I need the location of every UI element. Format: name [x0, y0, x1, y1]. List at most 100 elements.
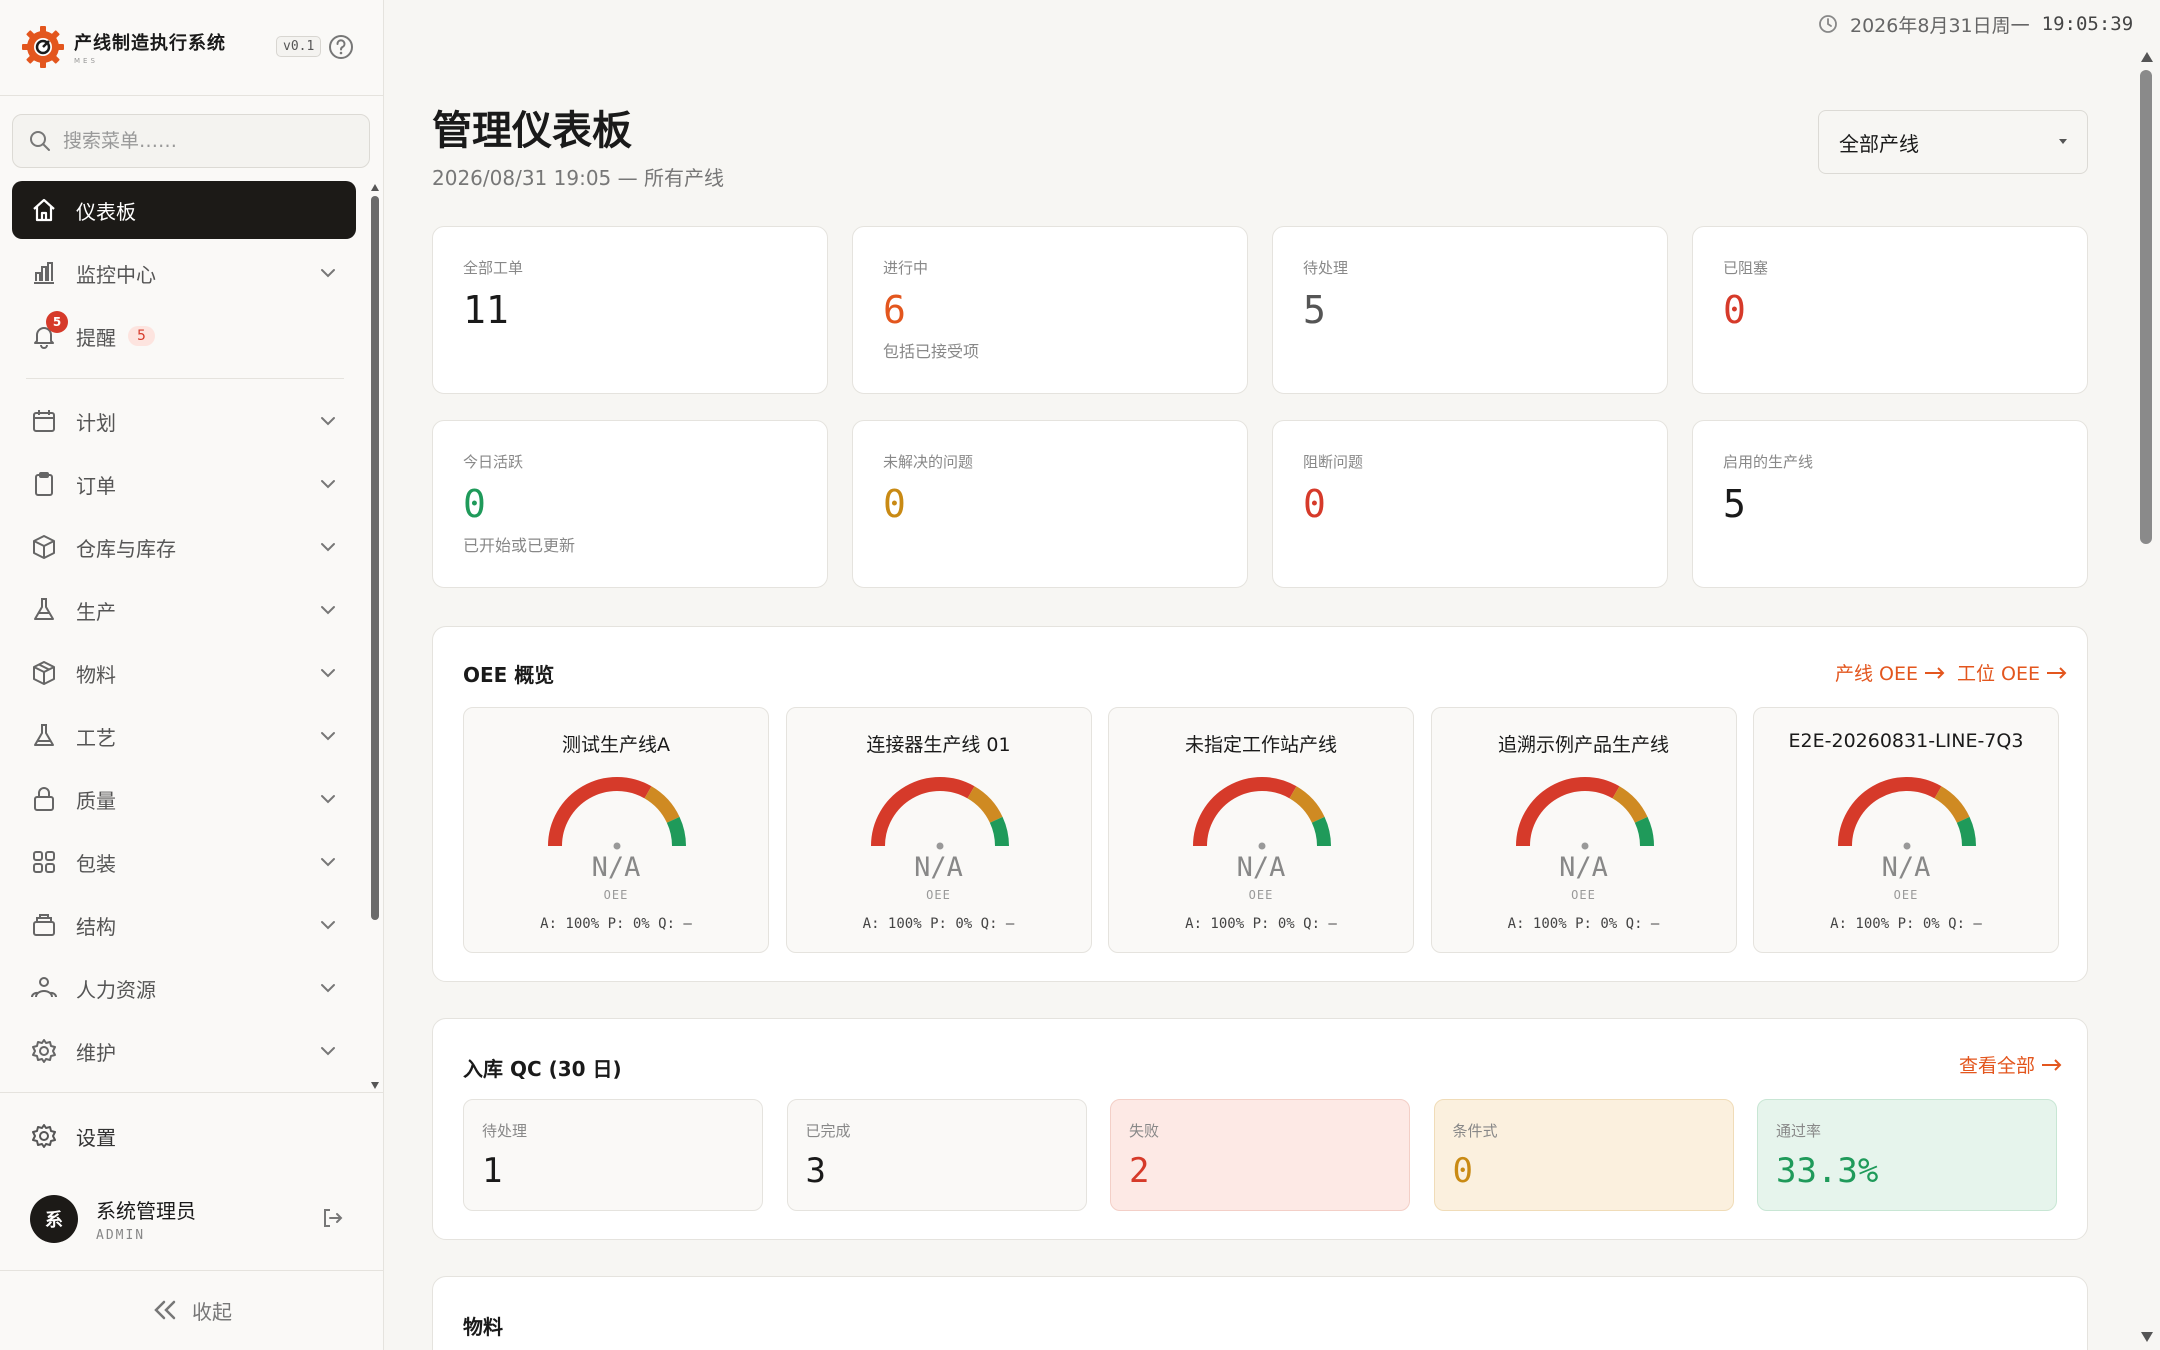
logout-icon[interactable] [320, 1206, 344, 1230]
gauge-value: N/A [1881, 852, 1931, 883]
chevron-down-icon[interactable] [318, 726, 338, 746]
gauge-line-name: 追溯示例产品生产线 [1497, 734, 1669, 756]
station-oee-label: 工位 OEE [1957, 663, 2041, 685]
qc-card[interactable]: 已完成 3 [786, 1099, 1087, 1211]
stat-card[interactable]: 全部工单 11 [432, 226, 828, 394]
chevron-down-icon[interactable] [318, 978, 338, 998]
alert-count: 5 [128, 326, 155, 346]
chevron-down-icon[interactable] [318, 915, 338, 935]
oee-gauge-card[interactable]: 未指定工作站产线 N/A OEE A: 100% P: 0% Q: — [1108, 707, 1414, 953]
chevron-down-icon[interactable] [318, 1041, 338, 1061]
sidebar-item-13[interactable]: 维护 [12, 1022, 356, 1080]
station-oee-link[interactable]: 工位 OEE [1957, 659, 2068, 686]
sidebar-item-7[interactable]: 物料 [12, 644, 356, 702]
sidebar-item-1[interactable]: 监控中心 [12, 244, 356, 302]
settings-item[interactable]: 设置 [12, 1108, 356, 1164]
gauge-line-name: 测试生产线A [562, 734, 670, 756]
stat-card[interactable]: 进行中 6 包括已接受项 [852, 226, 1248, 394]
qc-card[interactable]: 待处理 1 [463, 1099, 763, 1211]
gauge-label: OEE [603, 888, 629, 902]
qc-card[interactable]: 通过率 33.3% [1757, 1099, 2057, 1211]
box-icon [33, 535, 55, 559]
main-scrollbar[interactable] [2140, 70, 2152, 544]
gauge-metrics: A: 100% P: 0% Q: — [1185, 916, 1337, 932]
sidebar-item-11[interactable]: 结构 [12, 896, 356, 954]
search-input[interactable] [63, 130, 343, 152]
sidebar-item-6[interactable]: 生产 [12, 581, 356, 639]
sidebar-item-10[interactable]: 包装 [12, 833, 356, 891]
stat-card[interactable]: 已阻塞 0 [1692, 226, 2088, 394]
oee-gauge-card[interactable]: 连接器生产线 01 N/A OEE A: 100% P: 0% Q: — [785, 707, 1092, 953]
clock-time: 19:05:39 [2041, 13, 2134, 35]
collapse-button[interactable]: 收起 [0, 1290, 384, 1330]
gauge-label: OEE [926, 888, 951, 902]
stat-card[interactable]: 待处理 5 [1272, 226, 1668, 394]
gauge-label: OEE [1893, 888, 1919, 902]
line-oee-label: 产线 OEE [1835, 663, 1919, 685]
oee-gauge-card[interactable]: 追溯示例产品生产线 N/A OEE A: 100% P: 0% Q: — [1430, 707, 1737, 953]
oee-gauge [1838, 777, 1977, 850]
sidebar-item-label: 生产 [76, 599, 116, 624]
help-icon[interactable] [328, 34, 354, 60]
oee-gauge [870, 777, 1009, 850]
user-name: 系统管理员 [96, 1199, 196, 1223]
scroll-down-arrow[interactable] [371, 1082, 379, 1089]
oee-gauge-card[interactable]: 测试生产线A N/A OEE A: 100% P: 0% Q: — [463, 707, 769, 953]
gauge-metrics: A: 100% P: 0% Q: — [1830, 916, 1982, 932]
chevron-down-icon[interactable] [318, 600, 338, 620]
stat-value: 6 [883, 288, 906, 332]
clipboard-icon [35, 472, 53, 496]
qc-panel: 入库 QC (30 日) 查看全部 待处理 1 已完成 3 失败 2 条件式 0 通过率 33.3… [432, 1018, 2088, 1240]
alert-badge: 5 [46, 311, 68, 333]
sidebar-item-label: 订单 [76, 473, 116, 498]
search-icon [30, 131, 50, 151]
stat-value: 5 [1303, 288, 1326, 332]
sidebar-item-2[interactable]: 5 提醒 5 [12, 307, 356, 365]
qc-card[interactable]: 条件式 0 [1433, 1099, 1734, 1211]
main-scroll-up-arrow[interactable] [2141, 52, 2153, 62]
sidebar-item-12[interactable]: 人力资源 [12, 959, 356, 1017]
sidebar-item-4[interactable]: 订单 [12, 455, 356, 513]
stat-note: 包括已接受项 [883, 342, 980, 361]
stat-label: 今日活跃 [463, 453, 524, 471]
chevron-down-icon[interactable] [318, 411, 338, 431]
qc-view-all-link[interactable]: 查看全部 [1959, 1051, 2063, 1078]
chevron-down-icon[interactable] [318, 537, 338, 557]
stat-note: 已开始或已更新 [463, 536, 576, 555]
stat-card[interactable]: 今日活跃 0 已开始或已更新 [432, 420, 828, 588]
sidebar-item-5[interactable]: 仓库与库存 [12, 518, 356, 576]
sidebar-item-label: 提醒 [76, 325, 116, 350]
chevron-down-icon[interactable] [318, 852, 338, 872]
lock-icon [34, 787, 54, 811]
sidebar-item-label: 仓库与库存 [76, 536, 176, 561]
sidebar-item-0[interactable]: 仪表板 [12, 181, 356, 239]
oee-gauge-card[interactable]: E2E-20260831-LINE-7Q3 N/A OEE A: 100% P: 0%… [1753, 707, 2059, 953]
sidebar-item-9[interactable]: 质量 [12, 770, 356, 828]
line-oee-link[interactable]: 产线 OEE [1835, 659, 1946, 686]
stat-label: 阻断问题 [1303, 453, 1364, 471]
line-select[interactable]: 全部产线 [1818, 110, 2088, 174]
qc-label: 待处理 [482, 1122, 528, 1140]
stat-label: 全部工单 [463, 259, 524, 277]
qc-card[interactable]: 失败 2 [1110, 1099, 1410, 1211]
user-profile[interactable]: 系 系统管理员 ADMIN [30, 1194, 350, 1244]
qc-title: 入库 QC (30 日) [463, 1057, 622, 1081]
menu-search[interactable] [12, 114, 370, 168]
chevron-down-icon[interactable] [318, 263, 338, 283]
stat-card[interactable]: 阻断问题 0 [1272, 420, 1668, 588]
sidebar-item-8[interactable]: 工艺 [12, 707, 356, 765]
nav-separator [26, 378, 344, 379]
sidebar-scrollbar[interactable] [371, 196, 379, 920]
package-icon [33, 661, 55, 685]
chevron-down-icon[interactable] [318, 789, 338, 809]
gear-logo-icon [22, 26, 64, 68]
main-scroll-down-arrow[interactable] [2141, 1332, 2153, 1342]
stat-card[interactable]: 未解决的问题 0 [852, 420, 1248, 588]
chevron-down-icon[interactable] [318, 663, 338, 683]
sidebar-item-3[interactable]: 计划 [12, 392, 356, 450]
stat-card[interactable]: 启用的生产线 5 [1692, 420, 2088, 588]
gauge-line-name: 未指定工作站产线 [1184, 734, 1337, 756]
stat-value: 0 [463, 482, 486, 526]
chevron-down-icon[interactable] [318, 474, 338, 494]
scroll-up-arrow[interactable] [371, 184, 379, 191]
